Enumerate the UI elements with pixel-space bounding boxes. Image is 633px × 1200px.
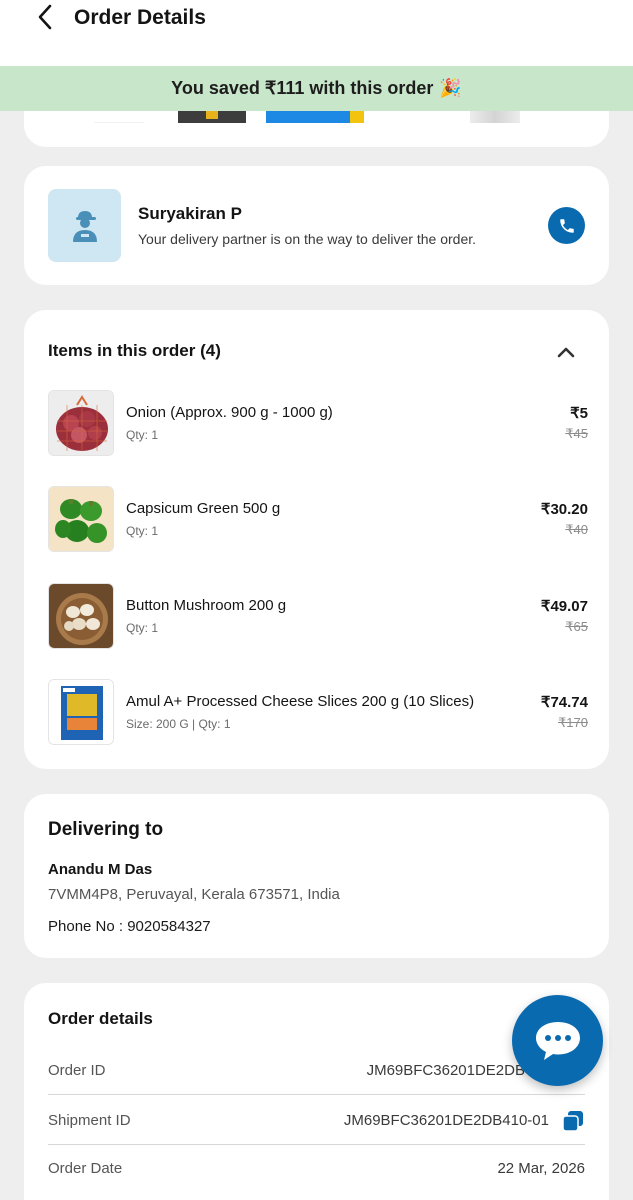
item-qty: Size: 200 G | Qty: 1 <box>126 717 231 731</box>
item-price: ₹74.74 <box>540 694 588 711</box>
item-name: Onion (Approx. 900 g - 1000 g) <box>126 404 333 421</box>
item-price: ₹5 <box>570 405 588 422</box>
onion-image <box>48 390 114 456</box>
delivery-partner-card: Suryakiran P Your delivery partner is on… <box>24 166 609 285</box>
recipient-name: Anandu M Das <box>48 861 153 878</box>
item-name: Amul A+ Processed Cheese Slices 200 g (1… <box>126 693 475 710</box>
collapse-items-button[interactable] <box>556 344 576 360</box>
copy-shipment-id-button[interactable] <box>561 1109 585 1133</box>
item-mrp: ₹170 <box>558 715 588 730</box>
items-section-title: Items in this order (4) <box>48 341 221 360</box>
cheese-pack-image <box>48 679 114 745</box>
recipient-phone: Phone No : 9020584327 <box>48 918 211 935</box>
product-thumbnail <box>266 111 364 123</box>
product-thumbnail <box>470 111 520 123</box>
chat-bubble-icon <box>535 1021 580 1060</box>
delivery-address-card: Delivering to Anandu M Das 7VMM4P8, Peru… <box>24 794 609 958</box>
order-details-title: Order details <box>48 1009 153 1028</box>
shipment-id-label: Shipment ID <box>48 1112 131 1129</box>
order-item-row[interactable]: Capsicum Green 500 g Qty: 1 ₹30.20 ₹40 <box>48 486 588 552</box>
item-name: Capsicum Green 500 g <box>126 500 281 517</box>
item-mrp: ₹40 <box>565 522 588 537</box>
shipment-id-value: JM69BFC36201DE2DB410-01 <box>343 1112 549 1129</box>
shipment-id-row: Shipment ID JM69BFC36201DE2DB410-01 <box>48 1096 585 1145</box>
item-mrp: ₹45 <box>565 426 588 441</box>
savings-text: You saved ₹111 with this order <box>171 78 434 98</box>
item-price: ₹49.07 <box>540 598 588 615</box>
mushroom-image <box>48 583 114 649</box>
order-item-row[interactable]: Amul A+ Processed Cheese Slices 200 g (1… <box>48 679 588 745</box>
capsicum-image <box>48 486 114 552</box>
partner-name: Suryakiran P <box>138 204 242 223</box>
app-header: Order Details <box>0 0 633 66</box>
product-thumbnail <box>94 122 144 123</box>
item-qty: Qty: 1 <box>126 621 159 635</box>
order-item-row[interactable]: Onion (Approx. 900 g - 1000 g) Qty: 1 ₹5… <box>48 390 588 456</box>
order-date-label: Order Date <box>48 1160 123 1177</box>
phone-icon <box>559 218 574 233</box>
order-id-row: Order ID JM69BFC36201DE2DB <box>48 1046 585 1095</box>
order-date-value: 22 Mar, 2026 <box>497 1160 585 1177</box>
chevron-left-icon <box>38 4 52 30</box>
item-mrp: ₹65 <box>565 619 588 634</box>
chat-support-button[interactable] <box>512 995 603 1086</box>
item-qty: Qty: 1 <box>126 428 159 442</box>
order-item-row[interactable]: Button Mushroom 200 g Qty: 1 ₹49.07 ₹65 <box>48 583 588 649</box>
item-name: Button Mushroom 200 g <box>126 597 287 614</box>
call-partner-button[interactable] <box>548 207 585 244</box>
order-id-value: JM69BFC36201DE2DB <box>366 1062 525 1079</box>
chevron-up-icon <box>557 347 575 358</box>
page-title: Order Details <box>74 6 206 29</box>
back-button[interactable] <box>30 2 60 32</box>
item-price: ₹30.20 <box>540 501 588 518</box>
product-thumbnail <box>178 111 246 123</box>
order-items-card: Items in this order (4) Onion (Approx. 9… <box>24 310 609 769</box>
order-id-label: Order ID <box>48 1062 106 1079</box>
delivery-person-icon <box>48 189 121 262</box>
party-popper-icon: 🎉 <box>439 78 462 98</box>
item-qty: Qty: 1 <box>126 524 159 538</box>
partner-status: Your delivery partner is on the way to d… <box>138 231 477 247</box>
delivering-to-title: Delivering to <box>48 819 164 840</box>
copy-icon <box>562 1111 583 1132</box>
savings-banner: You saved ₹111 with this order 🎉 <box>0 66 633 111</box>
delivery-address: 7VMM4P8, Peruvayal, Kerala 673571, India <box>48 886 340 903</box>
order-date-row: Order Date 22 Mar, 2026 <box>48 1144 585 1193</box>
